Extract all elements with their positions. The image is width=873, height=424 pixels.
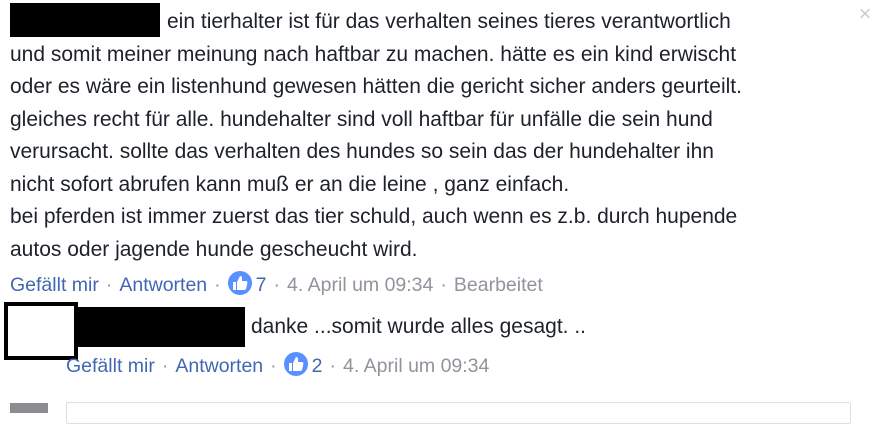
reply-actions: Gefällt mir · Antworten · 2 · 4. April um 09:3… [66, 351, 489, 381]
comment-line: verursacht. sollte das verhalten des hun… [10, 140, 714, 163]
comment-line: gleiches recht für alle. hundehalter sin… [10, 107, 713, 131]
like-link[interactable]: Gefällt mir [10, 274, 99, 296]
timestamp[interactable]: 4. April um 09:34 [287, 274, 433, 296]
separator-dot: · [273, 274, 281, 296]
reply-link[interactable]: Antworten [119, 274, 207, 296]
write-reply-input[interactable] [66, 402, 851, 424]
comment-line: ein tierhalter ist für das verhalten sei… [167, 10, 731, 33]
reply-text: danke ...somit wurde alles gesagt. .. [251, 315, 587, 338]
close-icon[interactable]: × [857, 2, 873, 26]
separator-dot: · [270, 355, 277, 377]
like-count[interactable]: 7 [256, 274, 267, 296]
reply-link[interactable]: Antworten [175, 355, 263, 377]
comment-text: ein tierhalter ist für das verhalten sei… [10, 6, 855, 266]
comment-actions: Gefällt mir · Antworten · 7 · 4. April um 09:3… [10, 270, 543, 300]
redacted-reply-author-name [75, 307, 245, 347]
comment-line: und somit meiner meinung nach haftbar zu… [10, 42, 737, 66]
like-reaction-icon[interactable] [283, 352, 308, 376]
edited-label[interactable]: Bearbeitet [454, 274, 543, 296]
like-reaction-icon[interactable] [227, 271, 252, 295]
comment-line: oder es wäre ein listenhund gewesen hätt… [10, 75, 742, 98]
separator-dot: · [440, 274, 447, 296]
like-count[interactable]: 2 [312, 355, 323, 377]
separator-dot: · [105, 274, 113, 296]
timestamp[interactable]: 4. April um 09:34 [343, 355, 489, 377]
separator-dot: · [161, 355, 169, 377]
comment-line: bei pferden ist immer zuerst das tier sc… [10, 205, 738, 228]
comment-line: nicht sofort abrufen kann muß er an die … [10, 172, 570, 196]
separator-dot: · [329, 355, 337, 377]
separator-dot: · [214, 274, 221, 296]
current-user-avatar [10, 403, 48, 413]
like-link[interactable]: Gefällt mir [66, 355, 155, 377]
comment-line: autos oder jagende hunde gescheucht wird… [10, 237, 418, 261]
